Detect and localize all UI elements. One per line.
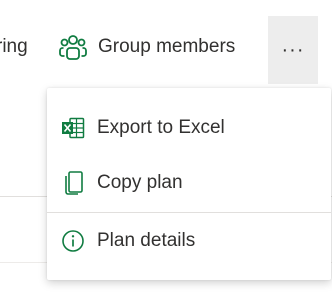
group-members-icon bbox=[58, 32, 88, 62]
toolbar-truncated-label: ring bbox=[0, 36, 28, 57]
more-icon: ··· bbox=[281, 38, 305, 61]
menu-item-plan-details[interactable]: Plan details bbox=[47, 213, 331, 269]
excel-icon bbox=[60, 115, 86, 141]
more-options-button[interactable]: ··· bbox=[268, 16, 318, 84]
info-icon bbox=[60, 228, 86, 254]
group-members-button[interactable]: Group members bbox=[58, 0, 235, 94]
app-root: ring Group members ··· bbox=[0, 0, 332, 293]
group-members-label: Group members bbox=[98, 36, 236, 57]
menu-item-export-to-excel[interactable]: Export to Excel bbox=[47, 100, 331, 156]
menu-item-label: Export to Excel bbox=[97, 117, 225, 138]
copy-icon bbox=[60, 170, 86, 196]
menu-item-label: Copy plan bbox=[97, 172, 183, 193]
menu-item-copy-plan[interactable]: Copy plan bbox=[47, 155, 331, 211]
menu-item-label: Plan details bbox=[97, 230, 196, 251]
more-options-menu: Export to Excel Copy plan Plan details bbox=[47, 88, 331, 280]
toolbar-truncated-item[interactable]: ring bbox=[0, 0, 28, 94]
